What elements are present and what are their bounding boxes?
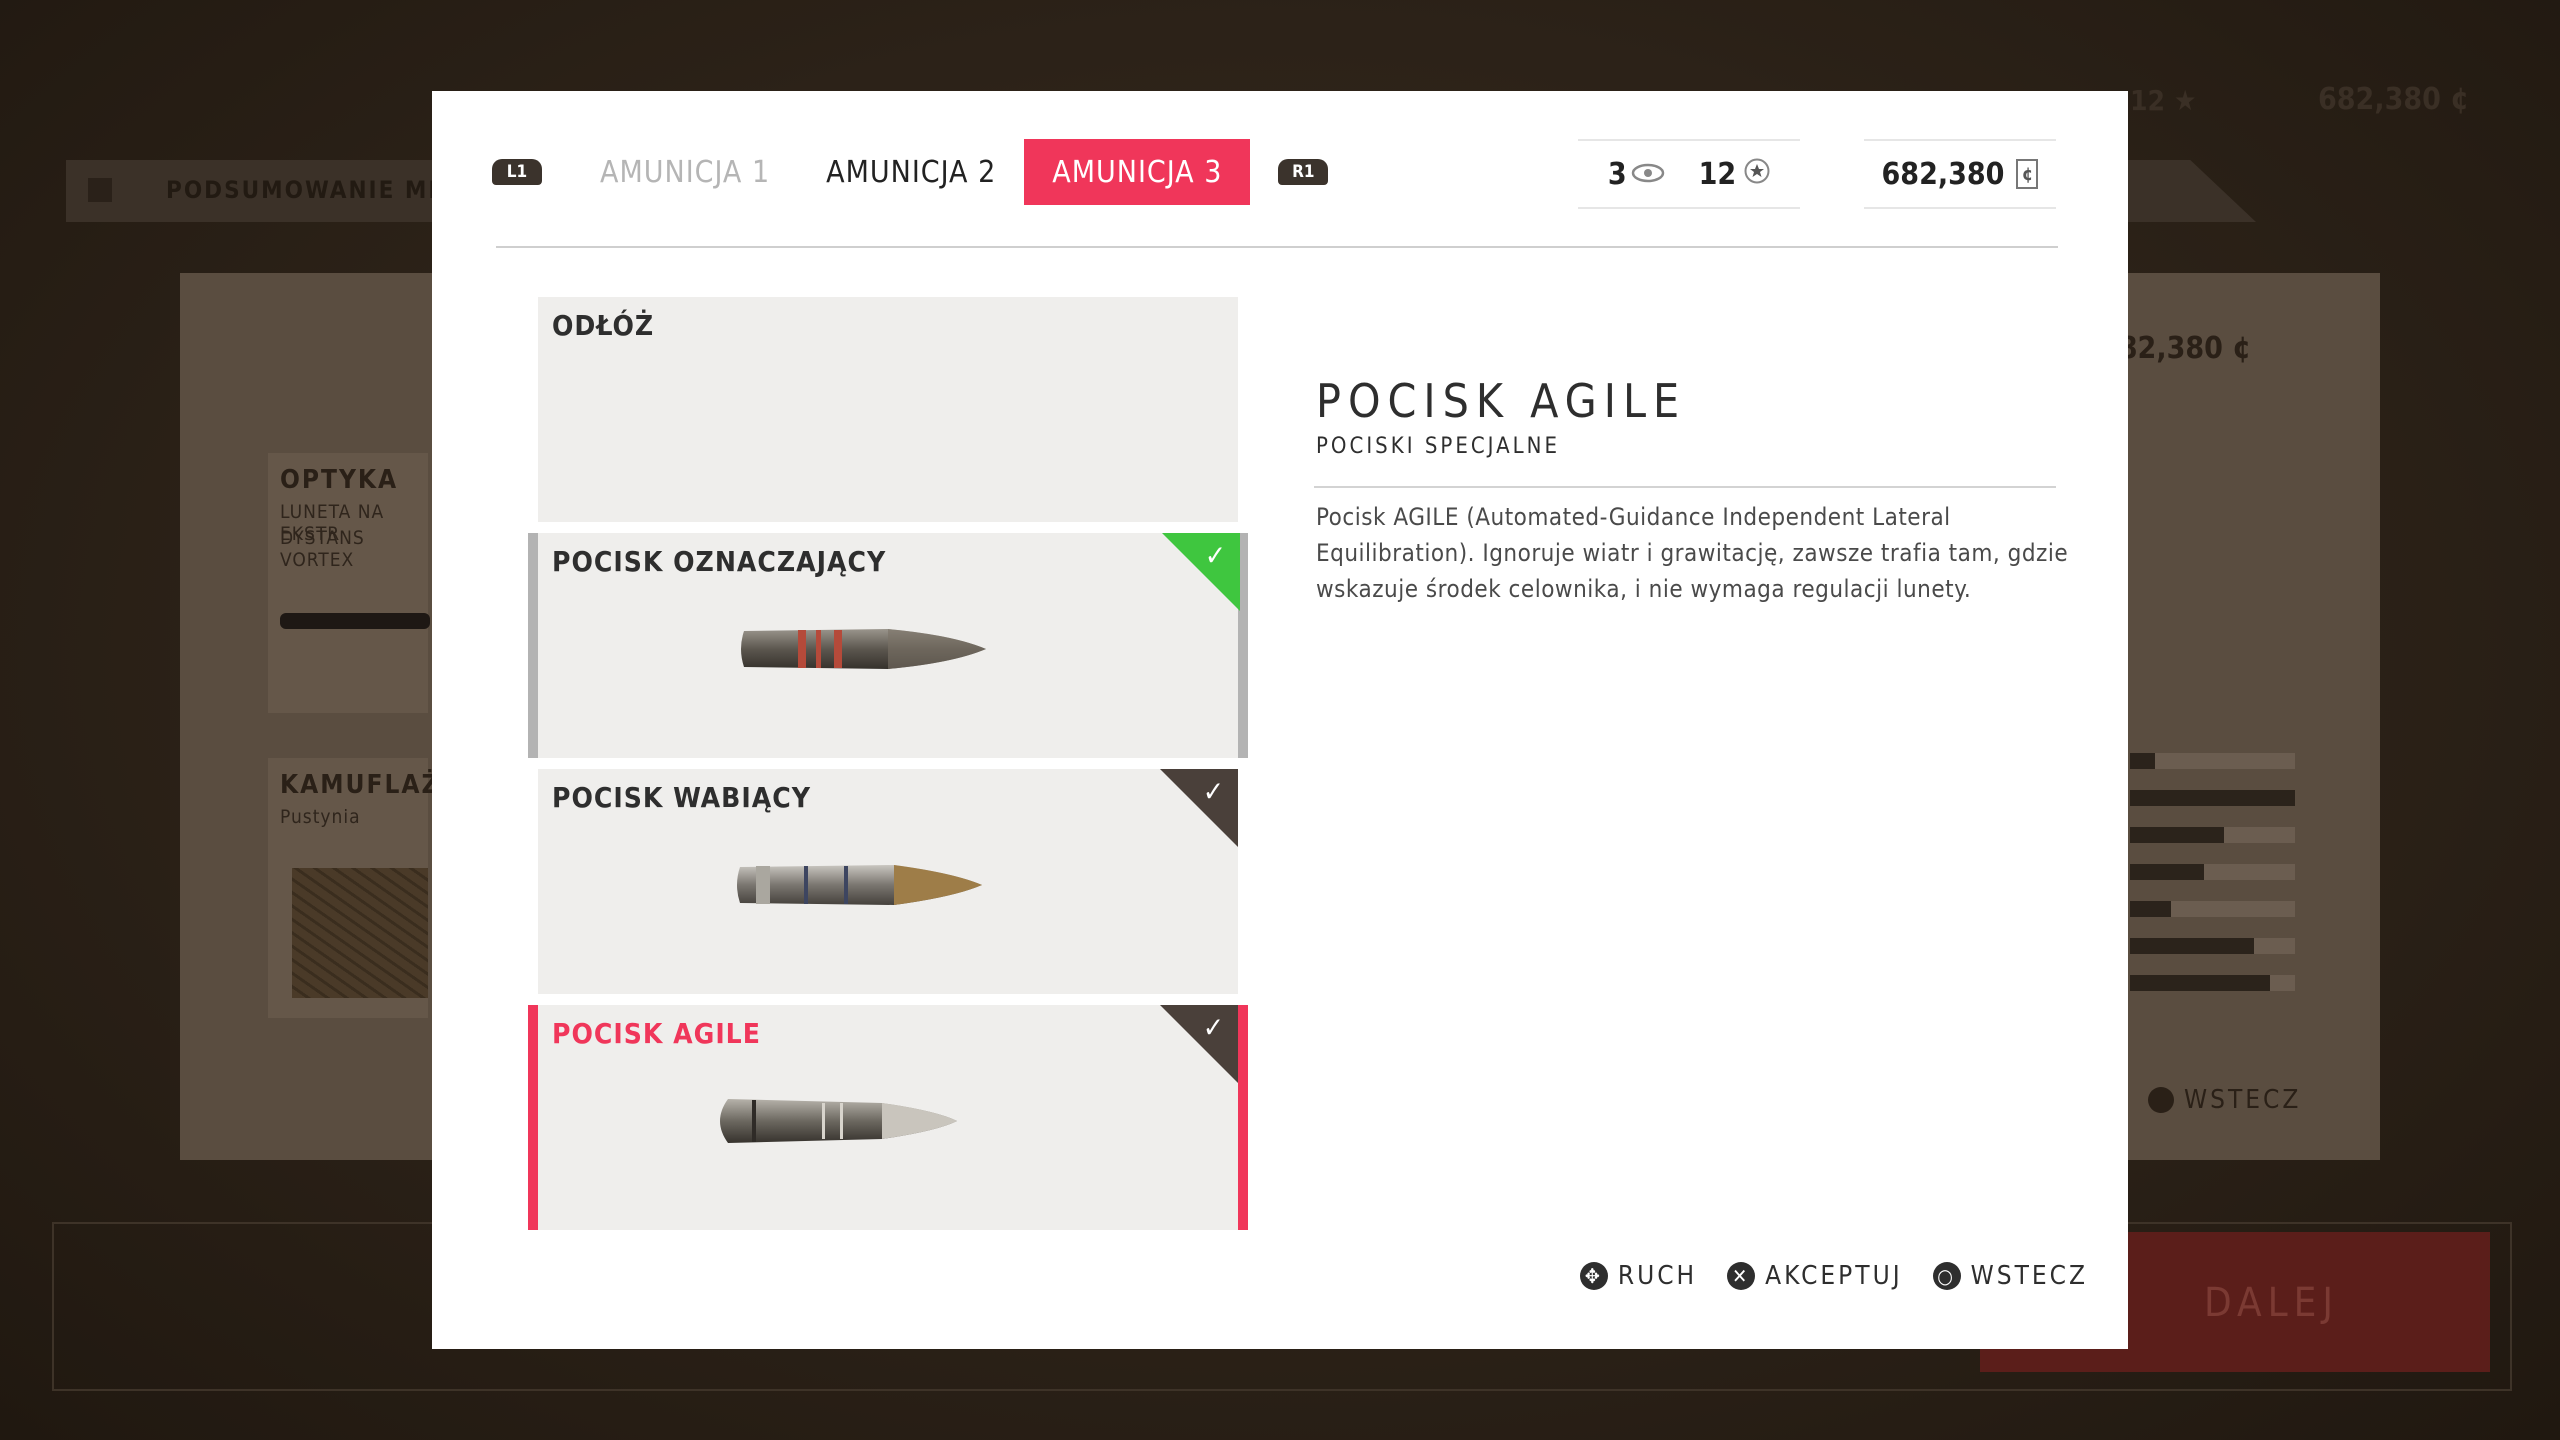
owned-corner-badge [1160, 1005, 1238, 1083]
r1-shoulder-button[interactable]: R1 [1278, 159, 1329, 185]
ammo-tabs: L1 AMUNICJA 1 AMUNICJA 2 AMUNICJA 3 R1 [492, 139, 1329, 205]
owned-corner-badge [1160, 769, 1238, 847]
ammo-option-title: POCISK OZNACZAJĄCY [552, 545, 887, 578]
background-next-label: DALEJ [2204, 1280, 2339, 1326]
money-box: 682,380 ¢ [1864, 139, 2056, 209]
decoy-bullet-image [734, 857, 984, 917]
circle-button-icon [2148, 1087, 2174, 1113]
background-stat-bar [2130, 753, 2295, 769]
background-stat-bar [2130, 975, 2295, 991]
detail-subtitle: POCISKI SPECJALNE [1316, 434, 1560, 459]
ammo-option-agile[interactable]: POCISK AGILE ✓ [528, 1005, 1248, 1230]
background-stat-bar-fill [2130, 827, 2225, 843]
background-camo-title: KAMUFLAŻ [280, 770, 441, 800]
detail-divider [1314, 486, 2056, 488]
background-tab-icon [88, 178, 112, 202]
stats-area: 3 12 682,380 ¢ [1578, 139, 2056, 209]
scope-image [280, 613, 430, 629]
background-stat-bar-fill [2130, 901, 2172, 917]
background-stat-bars [2130, 753, 2295, 1012]
stars-count: 12 [1698, 156, 1737, 192]
back-hint[interactable]: ○ WSTECZ [1932, 1261, 2088, 1291]
background-stat-bar [2130, 901, 2295, 917]
check-icon: ✓ [1202, 1011, 1224, 1044]
background-money: 682,380 ¢ [2318, 82, 2470, 117]
money-amount: 682,380 [1881, 156, 2005, 192]
header-divider [496, 246, 2058, 248]
detail-description: Pocisk AGILE (Automated-Guidance Indepen… [1316, 503, 2069, 603]
background-tab-label: PODSUMOWANIE MISJI [166, 176, 476, 204]
detail-title: POCISK AGILE [1316, 374, 1687, 428]
ammo-option-decoy[interactable]: POCISK WABIĄCY ✓ [538, 769, 1238, 994]
ammo-selection-dialog: L1 AMUNICJA 1 AMUNICJA 2 AMUNICJA 3 R1 3… [432, 91, 2128, 1349]
background-back-hint: WSTECZ [2148, 1085, 2301, 1115]
background-optics-line2: DYSTANS VORTEX [280, 527, 365, 571]
background-camo-sub: Pustynia [280, 806, 361, 828]
circle-button-icon: ○ [1932, 1262, 1961, 1290]
background-stat-bar [2130, 938, 2295, 954]
tab-ammo-2[interactable]: AMUNICJA 2 [798, 139, 1024, 205]
star-icon [1744, 157, 1770, 192]
tab-ammo-1[interactable]: AMUNICJA 1 [572, 139, 798, 205]
background-stat-bar-fill [2130, 938, 2254, 954]
move-hint: ✥ RUCH [1579, 1261, 1698, 1291]
background-stat-bar-fill [2130, 753, 2155, 769]
background-camo-card: KAMUFLAŻ Pustynia [268, 758, 438, 1018]
cross-button-icon: ✕ [1727, 1262, 1756, 1290]
button-hints: ✥ RUCH ✕ AKCEPTUJ ○ WSTECZ [1579, 1261, 2088, 1291]
background-optics-card: OPTYKA LUNETA NA EKSTR DYSTANS VORTEX [268, 453, 430, 713]
accept-hint[interactable]: ✕ AKCEPTUJ [1727, 1261, 1902, 1291]
card-selected-border [528, 1005, 538, 1230]
ammo-option-none[interactable]: ODŁÓŻ [538, 297, 1238, 522]
background-optics-title: OPTYKA [280, 465, 399, 495]
card-highlight-border [528, 533, 538, 758]
background-stat-bar-fill [2130, 975, 2271, 991]
ammo-option-title: ODŁÓŻ [552, 309, 655, 342]
intel-count: 3 [1607, 156, 1627, 192]
equipped-corner-badge [1162, 533, 1240, 611]
background-stars: 12 ★ [2130, 84, 2197, 117]
tab-ammo-3[interactable]: AMUNICJA 3 [1024, 139, 1251, 205]
dpad-icon: ✥ [1579, 1262, 1608, 1290]
background-stat-bar [2130, 864, 2295, 880]
hint-label: RUCH [1617, 1261, 1698, 1291]
check-icon: ✓ [1204, 539, 1226, 572]
ammo-option-title: POCISK WABIĄCY [552, 781, 811, 814]
hint-label: WSTECZ [1970, 1261, 2088, 1291]
hint-label: AKCEPTUJ [1765, 1261, 1903, 1291]
ammo-option-tracer[interactable]: POCISK OZNACZAJĄCY ✓ [528, 533, 1248, 758]
desert-camo-swatch [292, 868, 428, 998]
background-stat-bar-fill [2130, 864, 2205, 880]
background-stat-bar-fill [2130, 790, 2295, 806]
agile-bullet-image [712, 1093, 962, 1153]
intel-stars-box: 3 12 [1578, 139, 1800, 209]
l1-shoulder-button[interactable]: L1 [492, 159, 542, 185]
background-stat-bar [2130, 790, 2295, 806]
ammo-option-title: POCISK AGILE [552, 1017, 761, 1050]
eye-icon [1631, 157, 1665, 192]
currency-icon: ¢ [2016, 159, 2039, 189]
tracer-bullet-image [738, 621, 988, 681]
background-stat-bar [2130, 827, 2295, 843]
card-selected-border-right [1238, 1005, 1248, 1230]
check-icon: ✓ [1202, 775, 1224, 808]
